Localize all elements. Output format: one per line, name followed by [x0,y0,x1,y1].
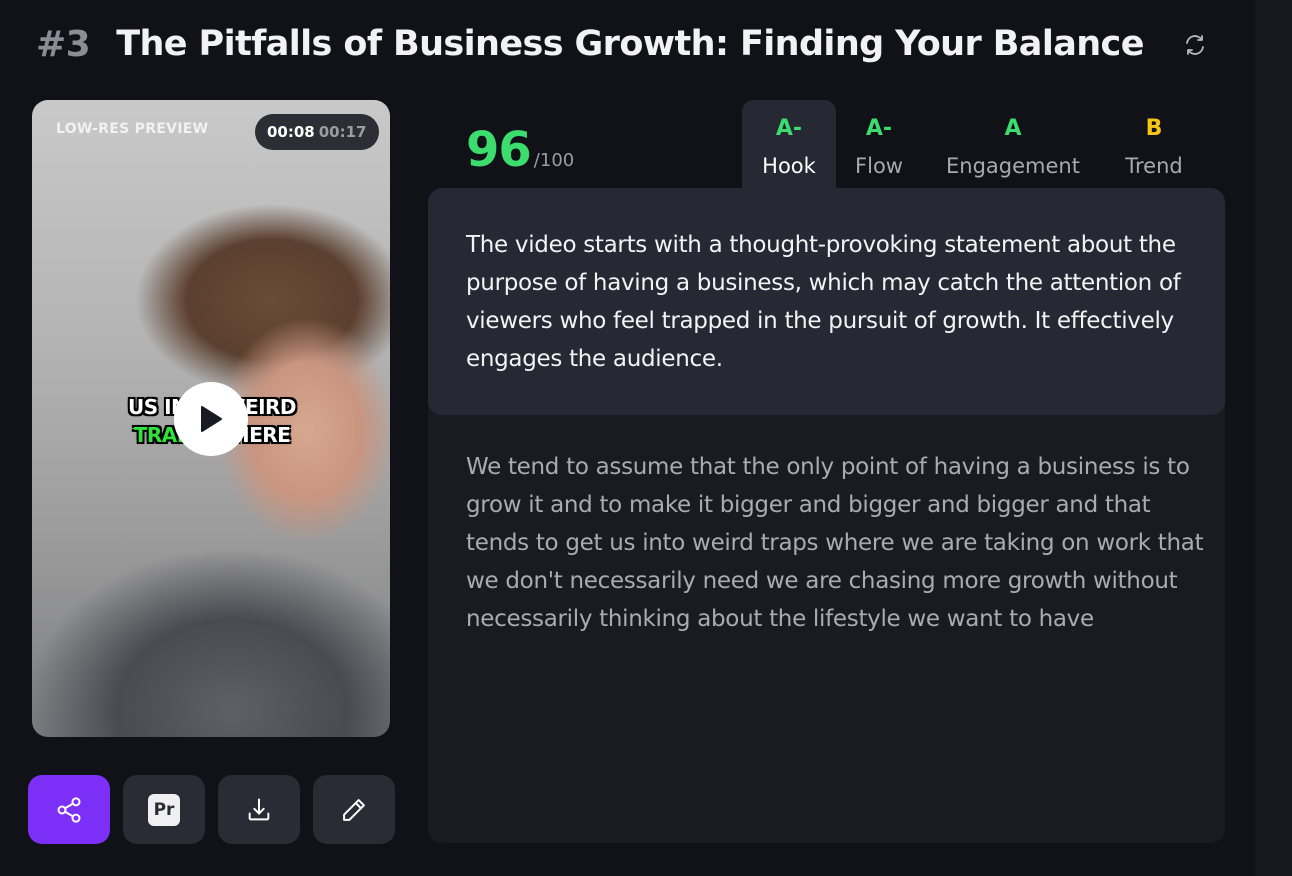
action-bar: Pr [28,775,395,844]
share-button[interactable] [28,775,110,844]
preview-label: LOW-RES PREVIEW [56,121,209,137]
tab-label: Flow [855,154,903,178]
time-badge: 00:08 00:17 [255,114,379,150]
tab-label: Engagement [946,154,1080,178]
video-preview[interactable]: LOW-RES PREVIEW 00:08 00:17 US INTO WEIR… [32,100,390,737]
tab-grade: B [1145,116,1163,141]
grade-tabs: A- Hook A- Flow A Engagement B Trend [742,100,1204,188]
refresh-icon [1186,35,1204,55]
share-icon [57,796,81,823]
hook-summary: The video starts with a thought-provokin… [466,232,1181,372]
tab-trend[interactable]: B Trend [1104,100,1204,188]
overall-score: 96 /100 [466,122,574,178]
play-icon [201,406,222,432]
refresh-button[interactable] [1180,30,1210,60]
tab-grade: A [1004,116,1022,141]
premiere-export-button[interactable]: Pr [123,775,205,844]
play-button[interactable] [174,382,248,456]
tab-engagement[interactable]: A Engagement [922,100,1104,188]
header: #3 The Pitfalls of Business Growth: Find… [36,20,1144,68]
download-button[interactable] [218,775,300,844]
premiere-icon: Pr [148,793,180,826]
tab-grade: A- [865,116,893,141]
right-edge-strip [1255,0,1292,876]
edit-button[interactable] [313,775,395,844]
time-current: 00:08 [267,123,315,141]
time-total: 00:17 [318,123,367,141]
page-title: The Pitfalls of Business Growth: Finding… [116,24,1144,64]
details-panel: The video starts with a thought-provokin… [428,188,1225,843]
tab-hook[interactable]: A- Hook [742,100,836,188]
tab-grade: A- [775,116,803,141]
pencil-icon [343,798,365,821]
score-max: /100 [533,150,575,171]
score-value: 96 [466,122,532,178]
tab-flow[interactable]: A- Flow [836,100,922,188]
tab-label: Trend [1125,154,1183,178]
transcript-text: We tend to assume that the only point of… [466,454,1204,632]
download-icon [248,798,270,820]
tab-label: Hook [762,154,816,178]
rank-number: #3 [36,23,91,65]
